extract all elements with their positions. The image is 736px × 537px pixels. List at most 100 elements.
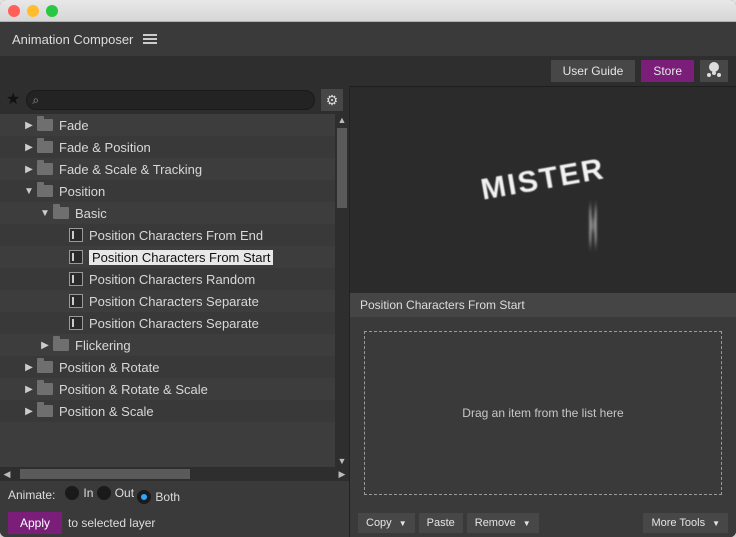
folder-icon [37,185,53,197]
tree-preset[interactable]: Position Characters Random [0,268,349,290]
scroll-down-arrow-icon[interactable]: ▼ [335,455,349,467]
window-close-button[interactable] [8,5,20,17]
disclosure-icon[interactable] [24,362,34,373]
gear-icon: ⚙ [326,92,339,109]
tree-preset[interactable]: Position Characters From End [0,224,349,246]
apply-row: Apply to selected layer [0,509,349,537]
folder-icon [37,141,53,153]
remove-button[interactable]: Remove [467,513,539,533]
paste-button[interactable]: Paste [419,513,463,533]
tree-item-label: Position Characters From End [89,228,263,243]
tree-folder[interactable]: Position & Rotate [0,356,349,378]
tree-folder[interactable]: Fade & Position [0,136,349,158]
preview-trail: H [589,196,598,258]
search-input[interactable] [26,90,315,110]
tree-folder[interactable]: Position & Rotate & Scale [0,378,349,400]
favorites-star-icon[interactable]: ★ [6,92,20,108]
radio-dot-icon [97,486,111,500]
animate-label: Animate: [8,488,55,502]
tree-item-label: Basic [75,206,107,221]
tree-preset[interactable]: Position Characters Separate [0,290,349,312]
animate-radio-in[interactable]: In [65,486,93,500]
preset-icon [69,316,83,330]
page-title: Animation Composer [12,32,133,47]
folder-icon [37,163,53,175]
folder-icon [37,405,53,417]
disclosure-icon[interactable] [40,340,50,351]
radio-label: Both [155,490,180,504]
radio-label: Out [115,486,134,500]
right-panel: MISTER H Position Characters From Start … [350,86,736,537]
window-minimize-button[interactable] [27,5,39,17]
preset-icon [69,294,83,308]
search-row: ★ ⌕ ⚙ [0,86,349,114]
radio-dot-icon [137,490,151,504]
tree-folder[interactable]: Fade [0,114,349,136]
settings-button[interactable]: ⚙ [321,89,343,111]
tree-item-label: Fade & Position [59,140,151,155]
folder-icon [37,119,53,131]
disclosure-icon[interactable] [24,406,34,417]
tree-folder[interactable]: Position [0,180,349,202]
tree-item-label: Position Characters Separate [89,316,259,331]
account-button[interactable] [700,60,728,82]
preset-icon [69,250,83,264]
scroll-right-arrow-icon[interactable]: ▶ [335,467,349,481]
disclosure-icon[interactable] [24,384,34,395]
radio-label: In [83,486,93,500]
user-guide-button[interactable]: User Guide [551,60,636,82]
tree-folder[interactable]: Fade & Scale & Tracking [0,158,349,180]
dropzone-text: Drag an item from the list here [462,406,623,420]
preset-tree[interactable]: Fade Fade & Position Fade & Scale & Tracki… [0,114,349,467]
panel-menu-icon[interactable] [143,34,157,44]
search-icon: ⌕ [32,93,39,108]
apply-suffix: to selected layer [68,516,155,530]
preview-title: Position Characters From Start [350,293,736,317]
tree-item-label: Position Characters From Start [89,250,273,265]
tree-folder[interactable]: Position & Scale [0,400,349,422]
preset-icon [69,228,83,242]
disclosure-icon[interactable] [24,164,34,175]
tree-folder[interactable]: Flickering [0,334,349,356]
disclosure-icon[interactable] [24,120,34,131]
store-button[interactable]: Store [641,60,694,82]
preset-icon [69,272,83,286]
disclosure-icon[interactable] [24,186,34,197]
more-tools-button[interactable]: More Tools [643,513,728,533]
dropzone[interactable]: Drag an item from the list here [364,331,722,495]
tree-item-label: Position Characters Random [89,272,255,287]
animate-row: Animate: In Out Both [0,481,349,509]
user-icon [709,64,719,78]
vertical-scroll-thumb[interactable] [337,128,347,208]
folder-icon [53,207,69,219]
tree-preset[interactable]: Position Characters Separate [0,312,349,334]
tree-folder[interactable]: Basic [0,202,349,224]
horizontal-scroll-thumb[interactable] [20,469,190,479]
preview-viewport: MISTER H [350,86,736,293]
scroll-up-arrow-icon[interactable]: ▲ [335,114,349,126]
tree-vertical-scrollbar[interactable]: ▲ ▼ [335,114,349,467]
toolbar: User Guide Store [0,56,736,86]
tree-item-label: Position & Rotate & Scale [59,382,208,397]
titlebar [0,0,736,22]
copy-button[interactable]: Copy [358,513,415,533]
header: Animation Composer [0,22,736,56]
app-window: Animation Composer User Guide Store ★ ⌕ … [0,0,736,537]
animate-radio-out[interactable]: Out [97,486,134,500]
disclosure-icon[interactable] [24,142,34,153]
tree-item-label: Position Characters Separate [89,294,259,309]
tree-item-label: Position & Rotate [59,360,159,375]
scroll-left-arrow-icon[interactable]: ◀ [0,467,14,481]
tree-preset[interactable]: Position Characters From Start [0,246,349,268]
animate-radio-both[interactable]: Both [137,490,180,504]
window-maximize-button[interactable] [46,5,58,17]
dropzone-area: Drag an item from the list here [350,317,736,509]
disclosure-icon[interactable] [40,208,50,219]
tree-item-label: Fade [59,118,89,133]
apply-button[interactable]: Apply [8,512,62,534]
tree-item-label: Fade & Scale & Tracking [59,162,202,177]
right-footer: Copy Paste Remove More Tools [350,509,736,537]
tree-item-label: Flickering [75,338,131,353]
radio-dot-icon [65,486,79,500]
tree-horizontal-scrollbar[interactable]: ◀ ▶ [0,467,349,481]
